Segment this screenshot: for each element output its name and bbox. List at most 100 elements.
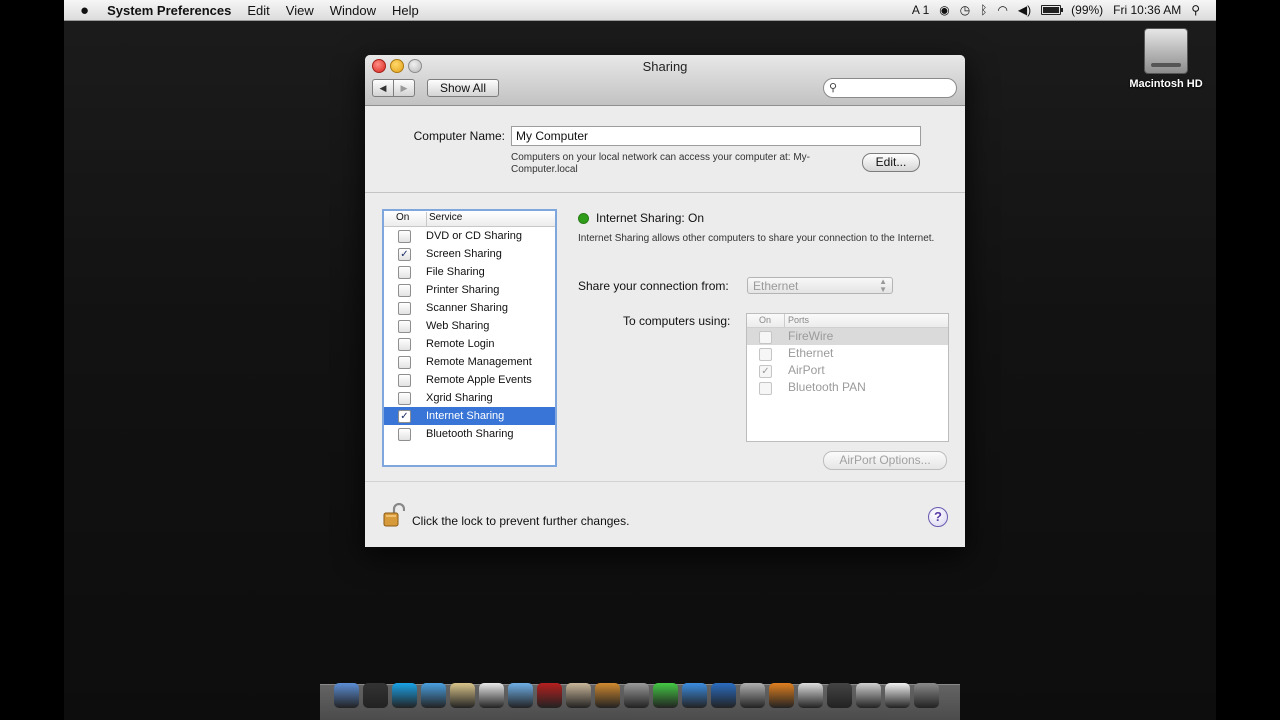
port-checkbox[interactable]: ✓ xyxy=(759,365,772,378)
trash-icon[interactable] xyxy=(914,683,939,708)
service-row[interactable]: Xgrid Sharing xyxy=(384,389,555,407)
hard-disk-icon[interactable] xyxy=(1144,28,1188,74)
battery-percent[interactable]: (99%) xyxy=(1071,3,1103,17)
volume-icon[interactable]: ◀) xyxy=(1018,3,1031,17)
battery-icon[interactable] xyxy=(1041,5,1064,15)
preview-icon[interactable] xyxy=(566,683,591,708)
menu-help[interactable]: Help xyxy=(392,3,419,18)
service-label: Remote Management xyxy=(426,356,532,368)
service-row[interactable]: Printer Sharing xyxy=(384,281,555,299)
port-checkbox[interactable] xyxy=(759,331,772,344)
forward-button[interactable]: ▶ xyxy=(394,79,415,97)
network-icon[interactable] xyxy=(711,683,736,708)
finder-icon[interactable] xyxy=(334,683,359,708)
book-icon[interactable] xyxy=(537,683,562,708)
show-all-button[interactable]: Show All xyxy=(427,79,499,97)
service-checkbox[interactable] xyxy=(398,374,411,387)
port-checkbox[interactable] xyxy=(759,382,772,395)
port-row[interactable]: Ethernet xyxy=(747,345,948,362)
notes-icon[interactable] xyxy=(450,683,475,708)
service-label: DVD or CD Sharing xyxy=(426,230,522,242)
unlocked-lock-icon[interactable] xyxy=(383,503,405,527)
service-checkbox[interactable] xyxy=(398,338,411,351)
service-checkbox[interactable]: ✓ xyxy=(398,410,411,423)
port-row[interactable]: Bluetooth PAN xyxy=(747,379,948,396)
share-from-popup[interactable]: Ethernet ▲ ▼ xyxy=(747,277,893,294)
service-checkbox[interactable] xyxy=(398,302,411,315)
photo-icon[interactable] xyxy=(595,683,620,708)
music-icon[interactable] xyxy=(827,683,852,708)
service-checkbox[interactable] xyxy=(398,356,411,369)
port-row[interactable]: ✓ AirPort xyxy=(747,362,948,379)
input-menu-indicator[interactable]: A 1 xyxy=(912,3,929,17)
app-menu[interactable]: System Preferences xyxy=(107,3,231,18)
chat-icon[interactable] xyxy=(682,683,707,708)
port-row[interactable]: FireWire xyxy=(747,328,948,345)
calendar-icon[interactable] xyxy=(479,683,504,708)
printer-icon[interactable] xyxy=(856,683,881,708)
computer-name-field[interactable]: My Computer xyxy=(511,126,921,146)
sync-icon[interactable]: ◉ xyxy=(939,3,949,17)
service-label: Remote Apple Events xyxy=(426,374,532,386)
utility-icon[interactable] xyxy=(740,683,765,708)
service-list[interactable]: On Service DVD or CD Sharing ✓ Screen Shar… xyxy=(382,209,557,467)
file-icon[interactable] xyxy=(885,683,910,708)
service-status-title: Internet Sharing: On xyxy=(596,211,705,225)
service-row[interactable]: Bluetooth Sharing xyxy=(384,425,555,443)
port-checkbox[interactable] xyxy=(759,348,772,361)
service-row[interactable]: Scanner Sharing xyxy=(384,299,555,317)
system-preferences-icon[interactable] xyxy=(624,683,649,708)
port-label: FireWire xyxy=(788,329,834,343)
service-checkbox[interactable] xyxy=(398,320,411,333)
bluetooth-icon[interactable]: ᛒ xyxy=(980,3,987,17)
service-checkbox[interactable] xyxy=(398,392,411,405)
airport-options-button[interactable]: AirPort Options... xyxy=(823,451,947,470)
service-row[interactable]: Web Sharing xyxy=(384,317,555,335)
share-from-label: Share your connection from: xyxy=(578,279,729,293)
menu-window[interactable]: Window xyxy=(330,3,376,18)
service-checkbox[interactable]: ✓ xyxy=(398,248,411,261)
service-label: Xgrid Sharing xyxy=(426,392,493,404)
menu-clock[interactable]: Fri 10:36 AM xyxy=(1113,3,1181,17)
service-row[interactable]: File Sharing xyxy=(384,263,555,281)
edit-hostname-button[interactable]: Edit... xyxy=(862,153,920,172)
safari-icon[interactable] xyxy=(421,683,446,708)
service-row[interactable]: DVD or CD Sharing xyxy=(384,227,555,245)
service-row[interactable]: ✓ Internet Sharing xyxy=(384,407,555,425)
desktop: ● System Preferences Edit View Window He… xyxy=(64,0,1216,720)
spotlight-icon[interactable]: ⚲ xyxy=(1191,3,1200,17)
hard-disk-label[interactable]: Macintosh HD xyxy=(1124,78,1208,91)
service-row[interactable]: Remote Apple Events xyxy=(384,371,555,389)
ports-list[interactable]: On Ports FireWire Ethernet ✓ AirPort Bluetoo… xyxy=(746,313,949,442)
column-service-header[interactable]: Service xyxy=(426,212,462,226)
ports-column-ports-header: Ports xyxy=(784,314,809,327)
service-checkbox[interactable] xyxy=(398,266,411,279)
facetime-icon[interactable] xyxy=(653,683,678,708)
search-icon: ⚲ xyxy=(829,82,838,94)
firefox-icon[interactable] xyxy=(769,683,794,708)
search-field[interactable]: ⚲ xyxy=(823,78,957,98)
dock-icons xyxy=(334,683,939,708)
window-title: Sharing xyxy=(642,59,688,74)
service-row[interactable]: ✓ Screen Sharing xyxy=(384,245,555,263)
service-row[interactable]: Remote Login xyxy=(384,335,555,353)
phone-icon[interactable] xyxy=(798,683,823,708)
apple-menu-icon[interactable]: ● xyxy=(80,2,89,19)
skype-icon[interactable] xyxy=(392,683,417,708)
time-machine-icon[interactable]: ◷ xyxy=(960,3,970,17)
service-checkbox[interactable] xyxy=(398,284,411,297)
menu-view[interactable]: View xyxy=(286,3,314,18)
computer-name-label: Computer Name: xyxy=(413,129,505,143)
wifi-icon[interactable]: ◠ xyxy=(997,3,1007,17)
menu-edit[interactable]: Edit xyxy=(247,3,269,18)
sharing-window: Sharing ◀ ▶ Show All ⚲ Computer Name: My… xyxy=(365,55,965,547)
service-checkbox[interactable] xyxy=(398,428,411,441)
dashboard-icon[interactable] xyxy=(363,683,388,708)
help-button[interactable]: ? xyxy=(928,507,948,527)
column-on-header[interactable]: On xyxy=(396,212,409,223)
back-button[interactable]: ◀ xyxy=(372,79,394,97)
service-checkbox[interactable] xyxy=(398,230,411,243)
itunes-icon[interactable] xyxy=(508,683,533,708)
service-label: Web Sharing xyxy=(426,320,490,332)
service-row[interactable]: Remote Management xyxy=(384,353,555,371)
